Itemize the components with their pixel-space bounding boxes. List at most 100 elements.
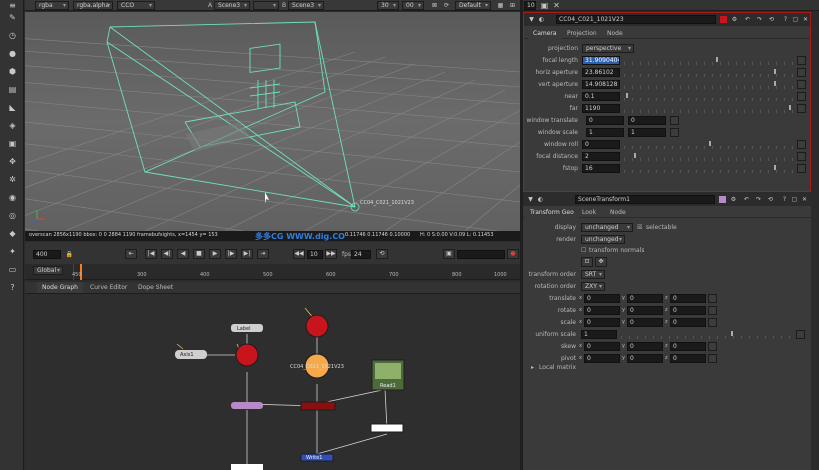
grid-icon[interactable]: ⊞: [507, 0, 518, 11]
fstop-field[interactable]: 16: [582, 164, 620, 173]
play-back-button[interactable]: ◀: [177, 249, 189, 259]
keyer-icon[interactable]: ◣: [7, 102, 18, 113]
metadata-icon[interactable]: ◆: [7, 228, 18, 239]
viewer-3d[interactable]: CC04_C021_1021V23: [25, 12, 520, 231]
stop-red-button[interactable]: ●: [507, 249, 519, 259]
window-translate-v[interactable]: 0: [628, 116, 666, 125]
next-key-button[interactable]: ▶|: [241, 249, 253, 259]
wscale-curve-icon[interactable]: [670, 128, 679, 137]
refresh-icon[interactable]: ⟳: [441, 0, 452, 11]
vaperture-curve-icon[interactable]: [797, 80, 806, 89]
skew-curve-icon[interactable]: [708, 342, 717, 351]
layer-dropdown[interactable]: rgba: [35, 1, 69, 10]
projection-dropdown[interactable]: perspective: [582, 44, 634, 53]
increment-field[interactable]: 10: [307, 250, 323, 259]
lock-range-icon[interactable]: 🔒: [64, 249, 75, 260]
haperture-curve-icon[interactable]: [797, 68, 806, 77]
scene-name-field[interactable]: SceneTransform1: [575, 195, 715, 204]
node-scanline[interactable]: [370, 423, 404, 433]
prev-key-button[interactable]: |◀: [145, 249, 157, 259]
merge-icon[interactable]: ◈: [7, 120, 18, 131]
focal-distance-field[interactable]: 2: [582, 152, 620, 161]
focaldist-curve-icon[interactable]: [797, 152, 806, 161]
focal-length-field[interactable]: 31.9090404: [582, 56, 620, 65]
uniform-scale-slider[interactable]: [621, 330, 793, 339]
uniform-scale-field[interactable]: 1: [581, 330, 617, 339]
menu-icon[interactable]: ≡: [7, 0, 18, 11]
tab-scene-node[interactable]: Node: [605, 207, 631, 218]
frame-dropdown[interactable]: 00: [402, 1, 424, 10]
tab-look[interactable]: Look: [577, 207, 601, 218]
selectable-checkbox[interactable]: ☒: [637, 224, 642, 231]
node-red-left[interactable]: [235, 343, 259, 367]
window-translate-u[interactable]: 0: [586, 116, 624, 125]
play-button[interactable]: ▶: [209, 249, 221, 259]
prev-frame-button[interactable]: ◀|: [161, 249, 173, 259]
lock-icon[interactable]: ⊠: [429, 0, 440, 11]
filter-icon[interactable]: ▤: [7, 84, 18, 95]
gear-icon[interactable]: ⚙: [729, 14, 740, 25]
scale-curve-icon[interactable]: [708, 318, 717, 327]
window-scale-u[interactable]: 1: [586, 128, 624, 137]
scene-revert-icon[interactable]: ⟲: [765, 194, 776, 205]
channel-dropdown[interactable]: rgba.alpha: [73, 1, 113, 10]
clock-icon[interactable]: ◷: [7, 30, 18, 41]
scene-node-color-icon[interactable]: ◐: [535, 194, 546, 205]
viewer-dropdown[interactable]: Default: [455, 1, 491, 10]
rotate-z-field[interactable]: 0: [670, 306, 706, 315]
views-icon[interactable]: ◎: [7, 210, 18, 221]
input-a-dropdown[interactable]: Scene3: [214, 1, 250, 10]
pick-icon-2[interactable]: ✥: [595, 257, 607, 267]
scene-undo-icon[interactable]: ↶: [741, 194, 752, 205]
timeline[interactable]: Global 450 300 400 500 600 700 800 1000: [25, 264, 520, 280]
far-curve-icon[interactable]: [797, 104, 806, 113]
node-color-swatch[interactable]: [720, 16, 727, 23]
node-color-icon[interactable]: ◐: [536, 14, 547, 25]
color-icon[interactable]: ●: [7, 48, 18, 59]
vert-aperture-field[interactable]: 14.908128: [582, 80, 620, 89]
near-slider[interactable]: [624, 92, 794, 101]
wtranslate-curve-icon[interactable]: [670, 116, 679, 125]
skip-start-button[interactable]: ⇤: [125, 249, 137, 259]
other-icon[interactable]: ▭: [7, 264, 18, 275]
help-icon[interactable]: ?: [7, 282, 18, 293]
translate-z-field[interactable]: 0: [670, 294, 706, 303]
scene-gear-icon[interactable]: ⚙: [728, 194, 739, 205]
particles-icon[interactable]: ✲: [7, 174, 18, 185]
translate-x-field[interactable]: 0: [584, 294, 620, 303]
tab-dope-sheet[interactable]: Dope Sheet: [133, 282, 178, 293]
3d-icon[interactable]: ▣: [7, 138, 18, 149]
stop-button[interactable]: ■: [193, 249, 205, 259]
fstop-slider[interactable]: [624, 164, 794, 173]
transform-normals-checkbox[interactable]: ☐: [581, 247, 586, 254]
blend-dropdown[interactable]: [253, 1, 279, 10]
transform-order-dropdown[interactable]: SRT: [581, 270, 605, 279]
scene-color-swatch[interactable]: [719, 196, 726, 203]
camera-name-field[interactable]: CC04_C021_1021V23: [556, 15, 716, 24]
end-frame-field[interactable]: [457, 250, 505, 259]
range-dropdown[interactable]: Global: [33, 266, 63, 275]
pivot-z-field[interactable]: 0: [670, 354, 706, 363]
scale-z-field[interactable]: 0: [670, 318, 706, 327]
tab-projection[interactable]: Projection: [562, 28, 602, 39]
focal-distance-slider[interactable]: [624, 152, 794, 161]
tab-curve-editor[interactable]: Curve Editor: [85, 282, 132, 293]
zoom-dropdown[interactable]: 30: [377, 1, 399, 10]
redo-icon[interactable]: ↷: [754, 14, 765, 25]
uniform-scale-curve-icon[interactable]: [796, 330, 805, 339]
horiz-aperture-slider[interactable]: [624, 68, 794, 77]
rotation-order-dropdown[interactable]: ZXY: [581, 282, 605, 291]
node-scene[interactable]: [300, 401, 336, 411]
vert-aperture-slider[interactable]: [624, 80, 794, 89]
translate-curve-icon[interactable]: [708, 294, 717, 303]
transform-icon[interactable]: ✥: [7, 156, 18, 167]
near-curve-icon[interactable]: [797, 92, 806, 101]
skew-z-field[interactable]: 0: [670, 342, 706, 351]
step-back-button[interactable]: ◀◀: [293, 249, 305, 259]
skew-x-field[interactable]: 0: [584, 342, 620, 351]
scene-close-icon[interactable]: ✕: [799, 194, 810, 205]
next-frame-button[interactable]: |▶: [225, 249, 237, 259]
focal-curve-icon[interactable]: [797, 56, 806, 65]
close-all-icon[interactable]: ✕: [551, 0, 562, 11]
tab-camera[interactable]: Camera: [528, 28, 562, 39]
